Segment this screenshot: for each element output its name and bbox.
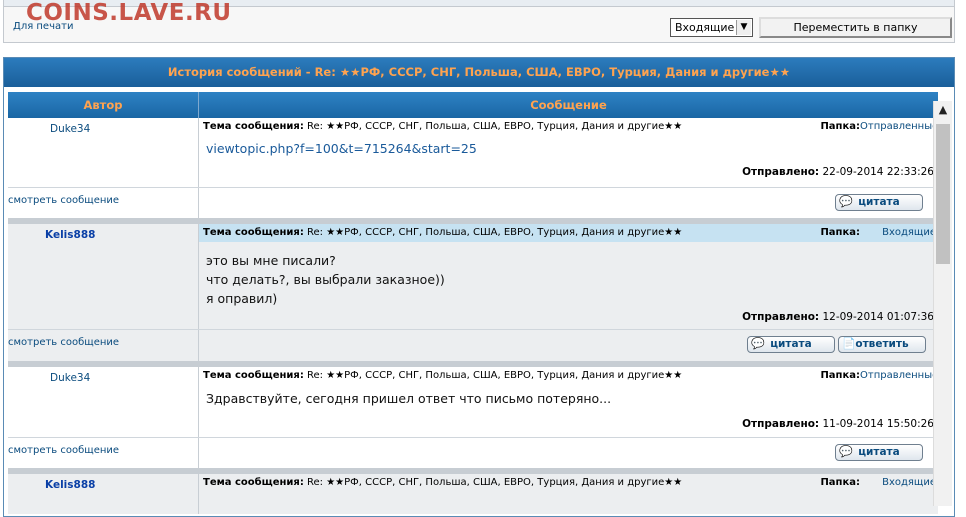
column-author: Автор <box>8 92 199 118</box>
panel-title: История сообщений - Re: ★★РФ, СССР, СНГ,… <box>4 58 954 87</box>
message-cell: Тема сообщения: Re: ★★РФ, СССР, СНГ, Пол… <box>199 367 938 437</box>
message-row: Kelis888 Тема сообщения: Re: ★★РФ, СССР,… <box>8 224 938 330</box>
scrollbar[interactable]: ▲ <box>933 101 952 506</box>
actions-left: смотреть сообщение <box>8 330 199 361</box>
author-cell: Duke34 <box>8 367 199 437</box>
subject-label: Тема сообщения: <box>203 477 304 488</box>
author-cell: Duke34 <box>8 118 199 187</box>
subject-row: Тема сообщения: Re: ★★РФ, СССР, СНГ, Пол… <box>199 474 938 492</box>
reply-label: ответить <box>855 338 909 350</box>
folder-label: Папка: <box>820 370 860 381</box>
message-body: Здравствуйте, сегодня пришел ответ что п… <box>206 389 611 408</box>
quote-label: цитата <box>858 446 900 458</box>
message-line: это вы мне писали? <box>206 253 336 268</box>
subject-row: Тема сообщения: Re: ★★РФ, СССР, СНГ, Пол… <box>199 118 938 136</box>
view-message-link[interactable]: смотреть сообщение <box>8 445 119 456</box>
arrow-up-icon[interactable]: ▲ <box>934 101 952 119</box>
sent-date: 22-09-2014 22:33:26 <box>822 166 934 178</box>
watermark-logo: COINS.LAVE.RU <box>26 0 232 26</box>
folder-label: Папка: <box>820 121 860 132</box>
message-row: Duke34 Тема сообщения: Re: ★★РФ, СССР, С… <box>8 367 938 438</box>
view-message-link[interactable]: смотреть сообщение <box>8 337 119 348</box>
folder-value: Отправленные <box>860 121 939 132</box>
subject-value: Re: ★★РФ, СССР, СНГ, Польша, США, ЕВРО, … <box>307 121 683 132</box>
message-history-panel: История сообщений - Re: ★★РФ, СССР, СНГ,… <box>3 57 955 517</box>
message-body: это вы мне писали? что делать?, вы выбра… <box>206 251 445 308</box>
author-name[interactable]: Duke34 <box>50 123 90 135</box>
message-cell: Тема сообщения: Re: ★★РФ, СССР, СНГ, Пол… <box>199 474 938 514</box>
move-to-folder-button[interactable]: Переместить в папку <box>759 17 952 38</box>
subject-row: Тема сообщения: Re: ★★РФ, СССР, СНГ, Пол… <box>199 367 938 385</box>
author-name[interactable]: Duke34 <box>50 372 90 384</box>
sent-info: Отправлено: 12-09-2014 01:07:36 <box>742 311 934 323</box>
subject-value: Re: ★★РФ, СССР, СНГ, Польша, США, ЕВРО, … <box>307 370 683 381</box>
actions-left: смотреть сообщение <box>8 438 199 468</box>
message-line: Здравствуйте, сегодня пришел ответ что п… <box>206 391 612 406</box>
table-header: Автор Сообщение <box>8 92 938 118</box>
chevron-down-icon: ▼ <box>736 20 751 35</box>
folder-label: Папка: <box>820 477 860 488</box>
subject-label: Тема сообщения: <box>203 370 304 381</box>
sent-label: Отправлено: <box>742 311 820 323</box>
folder-value: Входящие <box>882 477 936 488</box>
actions-left: смотреть сообщение <box>8 188 199 218</box>
sent-label: Отправлено: <box>742 418 820 430</box>
author-name[interactable]: Kelis888 <box>45 479 95 491</box>
message-body[interactable]: viewtopic.php?f=100&t=715264&start=25 <box>206 139 477 158</box>
quote-button[interactable]: 💬 цитата <box>835 194 923 211</box>
sent-date: 12-09-2014 01:07:36 <box>822 311 934 323</box>
reply-button[interactable]: 📄 ответить <box>838 336 926 353</box>
subject-label: Тема сообщения: <box>203 121 304 132</box>
sent-info: Отправлено: 11-09-2014 15:50:26 <box>742 418 934 430</box>
quote-label: цитата <box>770 338 812 350</box>
folder-label: Папка: <box>820 227 860 238</box>
speech-bubble-icon: 💬 <box>839 445 853 458</box>
column-message: Сообщение <box>530 98 607 112</box>
quote-button[interactable]: 💬 цитата <box>747 336 835 353</box>
quote-label: цитата <box>858 196 900 208</box>
author-cell: Kelis888 <box>8 474 199 514</box>
author-name[interactable]: Kelis888 <box>45 229 95 241</box>
message-cell: Тема сообщения: Re: ★★РФ, СССР, СНГ, Пол… <box>199 118 938 187</box>
folder-value: Входящие <box>882 227 936 238</box>
document-icon: 📄 <box>842 337 856 350</box>
message-table: Автор Сообщение Duke34 Тема сообщения: R… <box>8 92 938 514</box>
message-cell: Тема сообщения: Re: ★★РФ, СССР, СНГ, Пол… <box>199 224 938 329</box>
message-line[interactable]: viewtopic.php?f=100&t=715264&start=25 <box>206 139 477 158</box>
speech-bubble-icon: 💬 <box>839 195 853 208</box>
folder-select[interactable]: Входящие ▼ <box>670 18 753 37</box>
folder-select-value: Входящие <box>675 21 735 34</box>
message-row: Duke34 Тема сообщения: Re: ★★РФ, СССР, С… <box>8 118 938 188</box>
sent-date: 11-09-2014 15:50:26 <box>822 418 934 430</box>
actions-row: смотреть сообщение 💬 цитата <box>8 188 938 218</box>
quote-button[interactable]: 💬 цитата <box>835 444 923 461</box>
scrollbar-thumb[interactable] <box>936 124 950 264</box>
actions-row: смотреть сообщение 💬 цитата <box>8 438 938 468</box>
author-cell: Kelis888 <box>8 224 199 329</box>
sent-label: Отправлено: <box>742 166 820 178</box>
message-line: что делать?, вы выбрали заказное)) <box>206 272 445 287</box>
subject-label: Тема сообщения: <box>203 227 304 238</box>
message-line: я оправил) <box>206 291 278 306</box>
sent-info: Отправлено: 22-09-2014 22:33:26 <box>742 166 934 178</box>
speech-bubble-icon: 💬 <box>751 337 765 350</box>
message-row: Kelis888 Тема сообщения: Re: ★★РФ, СССР,… <box>8 474 938 514</box>
subject-row: Тема сообщения: Re: ★★РФ, СССР, СНГ, Пол… <box>199 224 938 242</box>
folder-value: Отправленные <box>860 370 939 381</box>
subject-value: Re: ★★РФ, СССР, СНГ, Польша, США, ЕВРО, … <box>307 227 683 238</box>
subject-value: Re: ★★РФ, СССР, СНГ, Польша, США, ЕВРО, … <box>307 477 683 488</box>
actions-row: смотреть сообщение 💬 цитата 📄 ответить <box>8 330 938 361</box>
view-message-link[interactable]: смотреть сообщение <box>8 195 119 206</box>
